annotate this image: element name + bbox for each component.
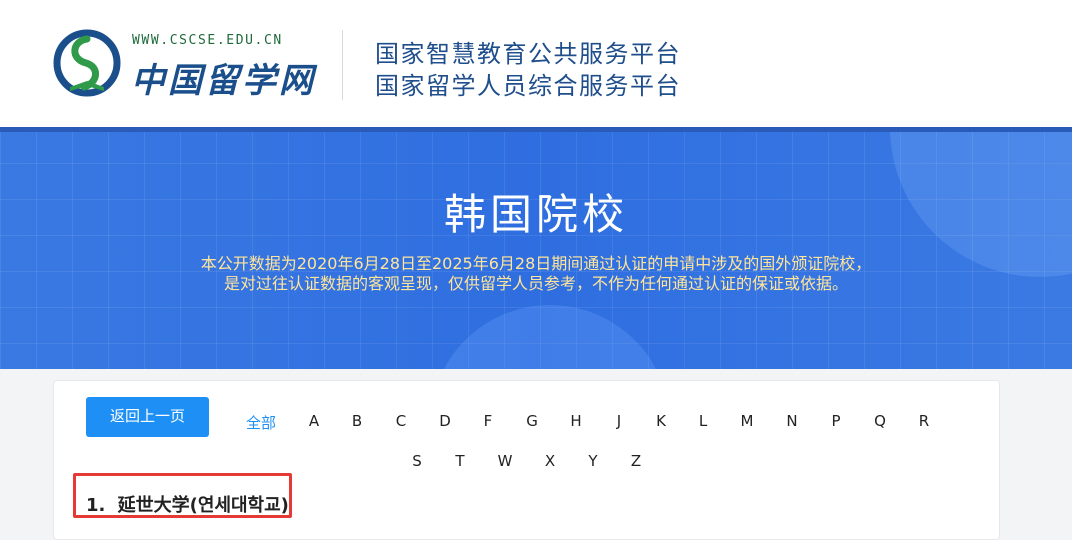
- filter-letter-n[interactable]: N: [777, 412, 807, 430]
- filter-letter-a[interactable]: A: [299, 412, 329, 430]
- logo-name[interactable]: 中国留学网: [131, 53, 316, 102]
- description-line-2: 是对过往认证数据的客观呈现，仅供留学人员参考，不作为任何通过认证的保证或依据。: [223, 274, 848, 293]
- filter-letter-g[interactable]: G: [517, 412, 547, 430]
- filter-letter-j[interactable]: J: [604, 412, 634, 430]
- filter-letter-l[interactable]: L: [688, 412, 718, 430]
- list-item-name: 延世大学(연세대학교): [117, 495, 289, 516]
- filter-letter-p[interactable]: P: [821, 412, 851, 430]
- filter-letter-f[interactable]: F: [473, 412, 503, 430]
- filter-all[interactable]: 全部: [239, 412, 283, 433]
- filter-letter-t[interactable]: T: [445, 452, 475, 470]
- page-description: 本公开数据为2020年6月28日至2025年6月28日期间通过认证的申请中涉及的…: [0, 254, 1072, 294]
- description-line-1: 本公开数据为2020年6月28日至2025年6月28日期间通过认证的申请中涉及的…: [200, 254, 872, 273]
- filter-letter-r[interactable]: R: [909, 412, 939, 430]
- filter-letter-y[interactable]: Y: [578, 452, 608, 470]
- header-divider: [342, 30, 343, 100]
- site-header: WWW.CSCSE.EDU.CN 中国留学网 国家智慧教育公共服务平台 国家留学…: [0, 0, 1072, 127]
- platform-title-education: 国家智慧教育公共服务平台: [375, 40, 681, 68]
- hero-banner: 韩国院校 本公开数据为2020年6月28日至2025年6月28日期间通过认证的申…: [0, 127, 1072, 369]
- list-item-index: 1.: [86, 495, 106, 516]
- filter-letter-c[interactable]: C: [386, 412, 416, 430]
- list-item[interactable]: 1. 延世大学(연세대학교): [86, 491, 289, 517]
- filter-letter-z[interactable]: Z: [621, 452, 651, 470]
- page-title: 韩国院校: [443, 190, 628, 239]
- filter-letter-m[interactable]: M: [732, 412, 762, 430]
- logo-url-text: WWW.CSCSE.EDU.CN: [132, 33, 283, 48]
- filter-letter-b[interactable]: B: [342, 412, 372, 430]
- filter-letter-d[interactable]: D: [430, 412, 460, 430]
- cscse-logo-icon[interactable]: [52, 29, 122, 99]
- platform-title-students: 国家留学人员综合服务平台: [375, 72, 681, 100]
- filter-letter-q[interactable]: Q: [865, 412, 895, 430]
- hero-top-border: [0, 127, 1072, 132]
- filter-letter-k[interactable]: K: [646, 412, 676, 430]
- filter-letter-x[interactable]: X: [535, 452, 565, 470]
- back-button[interactable]: 返回上一页: [86, 397, 209, 437]
- filter-letter-s[interactable]: S: [402, 452, 432, 470]
- filter-letter-w[interactable]: W: [490, 452, 520, 470]
- filter-letter-h[interactable]: H: [561, 412, 591, 430]
